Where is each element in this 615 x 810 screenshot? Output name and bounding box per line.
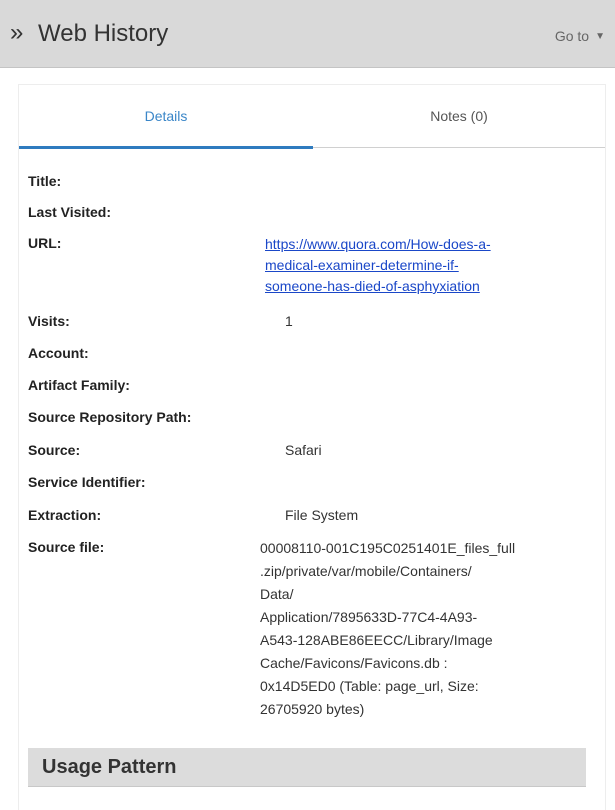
source-label: Source: (28, 442, 81, 458)
tab-details[interactable]: Details (19, 85, 313, 149)
caret-down-icon: ▼ (595, 31, 605, 42)
tab-bar: Details Notes (0) (19, 85, 605, 149)
active-tab-indicator (19, 146, 313, 149)
source-file-line: 0x14D5ED0 (Table: page_url, Size: (260, 678, 479, 694)
source-file-line: A543-128ABE86EECC/Library/Image (260, 632, 493, 648)
source-file-line: .zip/private/var/mobile/Containers/ (260, 563, 472, 579)
extraction-value: File System (285, 507, 359, 523)
source-file-line: Data/ (260, 586, 294, 602)
service-identifier-label: Service Identifier: (28, 474, 146, 490)
tab-notes[interactable]: Notes (0) (313, 85, 605, 147)
usage-pattern-title: Usage Pattern (42, 756, 177, 778)
last-visited-label: Last Visited: (28, 204, 111, 220)
source-file-line: 00008110-001C195C0251401E_files_full (260, 540, 516, 556)
source-file-line: 26705920 bytes) (260, 701, 365, 717)
goto-dropdown[interactable]: Go to ▼ (555, 28, 605, 44)
account-label: Account: (28, 345, 89, 361)
source-value: Safari (285, 442, 322, 458)
source-file-value: 00008110-001C195C0251401E_files_full .zi… (260, 537, 515, 721)
source-file-line: Cache/Favicons/Favicons.db : (260, 655, 448, 671)
source-file-line: Application/7895633D-77C4-4A93- (260, 609, 478, 625)
url-value: https://www.quora.com/How-does-a- medica… (265, 234, 491, 297)
title-label: Title: (28, 173, 62, 189)
tab-notes-label: Notes (0) (430, 108, 488, 124)
visits-value: 1 (285, 313, 293, 329)
panel-header: » Web History Go to ▼ (0, 0, 615, 68)
source-repository-path-label: Source Repository Path: (28, 409, 192, 425)
goto-label: Go to (554, 28, 590, 44)
extraction-label: Extraction: (28, 507, 102, 523)
artifact-family-label: Artifact Family: (28, 377, 130, 393)
url-label: URL: (28, 235, 62, 251)
source-file-label: Source file: (28, 539, 105, 555)
usage-pattern-section[interactable]: Usage Pattern (28, 748, 586, 787)
url-link-line[interactable]: https://www.quora.com/How-does-a- (265, 234, 491, 255)
tab-details-label: Details (144, 108, 188, 124)
visits-label: Visits: (28, 313, 70, 329)
url-link-line[interactable]: someone-has-died-of-asphyxiation (265, 276, 491, 297)
expand-chevron-icon[interactable]: » (10, 21, 23, 45)
url-link-line[interactable]: medical-examiner-determine-if- (265, 255, 491, 276)
page-title: Web History (38, 20, 169, 47)
